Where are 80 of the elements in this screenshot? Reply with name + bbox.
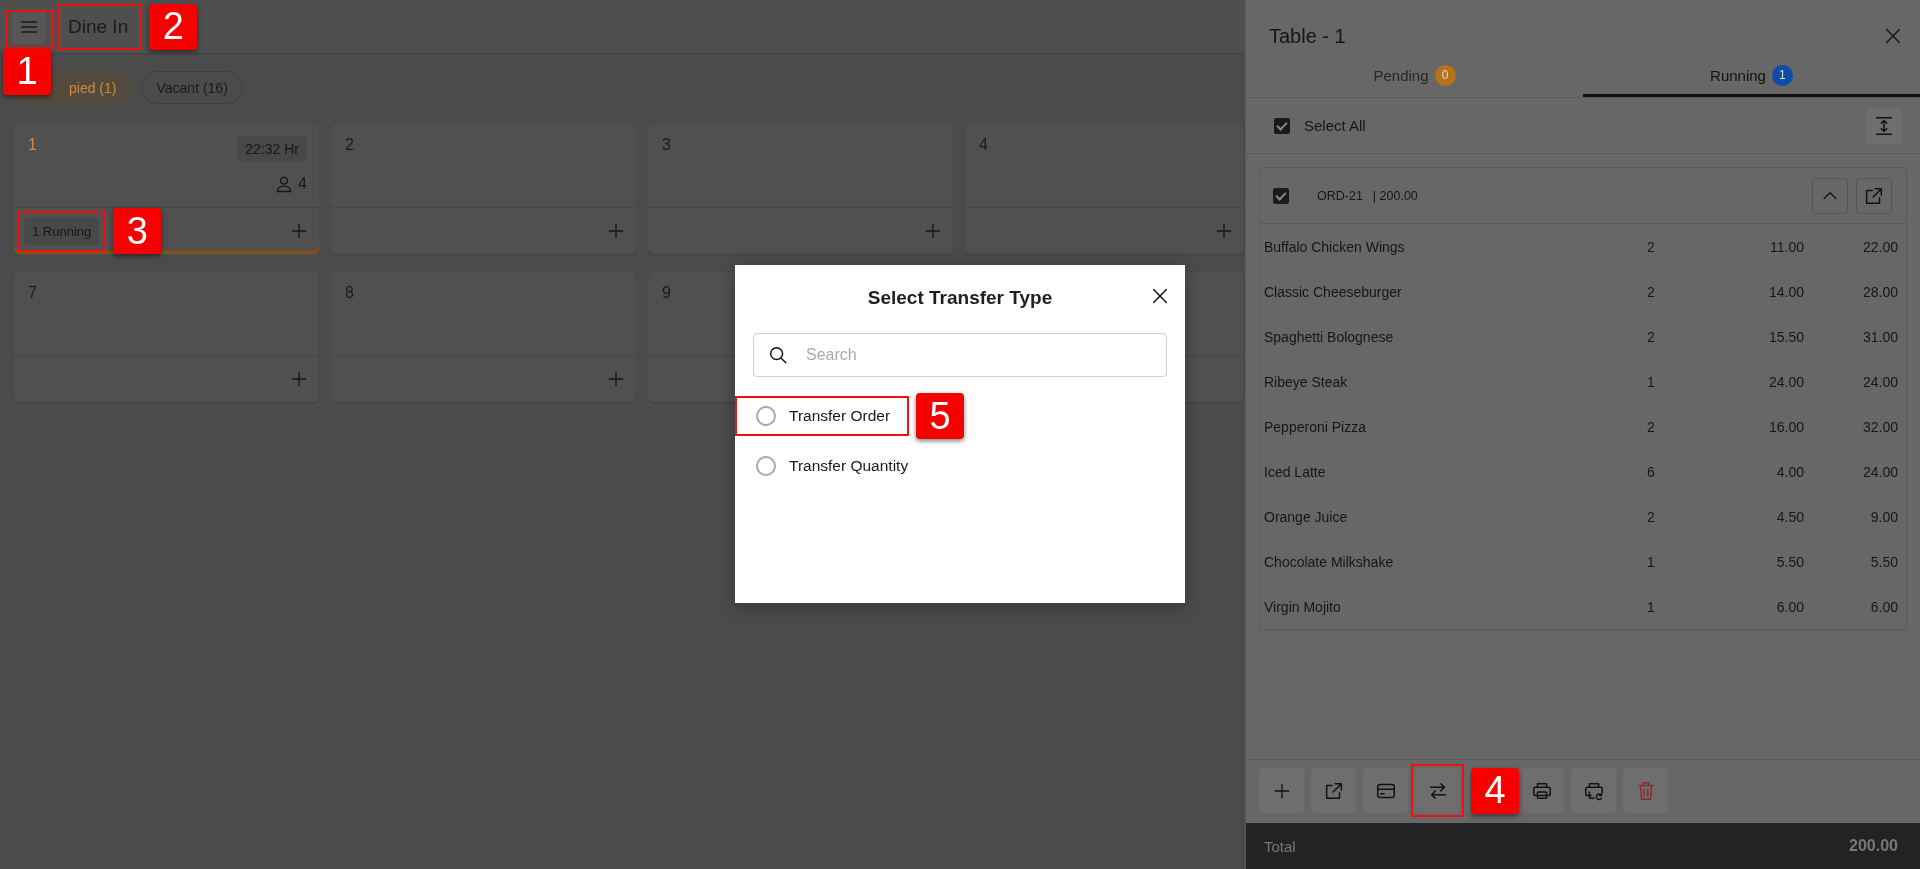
print-button[interactable] <box>1519 768 1564 813</box>
step-badge: 4 <box>1471 767 1519 814</box>
item-total: 6.00 <box>1869 598 1898 615</box>
item-total: 22.00 <box>1861 238 1898 255</box>
plus-icon[interactable] <box>289 221 309 241</box>
tab[interactable]: Pending 0 <box>1246 56 1583 97</box>
item-name: Orange Juice <box>1264 508 1349 525</box>
item-quantity: 6 <box>1646 463 1656 480</box>
plus-icon[interactable] <box>923 221 943 241</box>
item-name: Iced Latte <box>1264 463 1327 480</box>
item-quantity: 1 <box>1646 553 1656 570</box>
dialog-title: Select Transfer Type <box>867 287 1053 309</box>
search-icon <box>767 344 789 366</box>
menu-button[interactable] <box>12 9 46 44</box>
total-value: 200.00 <box>1849 837 1898 855</box>
reprint-button[interactable] <box>1571 768 1616 813</box>
item-total: 32.00 <box>1861 418 1898 435</box>
item-quantity: 2 <box>1646 328 1656 345</box>
item-quantity: 2 <box>1646 508 1656 525</box>
plus-icon[interactable] <box>606 369 626 389</box>
step-badge: 2 <box>149 3 198 50</box>
plus-icon[interactable] <box>289 369 309 389</box>
checkbox-label: Select All <box>1304 117 1366 134</box>
guest-count: 4 <box>298 175 307 193</box>
table-number: 1 <box>28 136 37 155</box>
item-price: 4.50 <box>1775 508 1804 525</box>
item-name: Buffalo Chicken Wings <box>1264 238 1406 255</box>
item-quantity: 2 <box>1646 418 1656 435</box>
item-name: Spaghetti Bolognese <box>1264 328 1395 345</box>
order-id: ORD-21 <box>1317 188 1363 203</box>
count-badge: 1 <box>1771 64 1793 86</box>
item-total: 31.00 <box>1861 328 1898 345</box>
total-label: Total <box>1264 837 1296 855</box>
order-amount: | 200.00 <box>1372 188 1418 203</box>
item-quantity: 2 <box>1646 238 1656 255</box>
highlight-frame <box>5 9 53 49</box>
radio-option[interactable]: Transfer Quantity <box>738 449 925 483</box>
open-button[interactable] <box>1856 177 1892 214</box>
item-name: Ribeye Steak <box>1264 373 1349 390</box>
transfer-button[interactable] <box>1415 768 1460 813</box>
item-name: Classic Cheeseburger <box>1264 283 1403 300</box>
item-name: Chocolate Milkshake <box>1264 553 1395 570</box>
checkbox[interactable] <box>1274 117 1290 134</box>
item-price: 6.00 <box>1775 598 1804 615</box>
open-button[interactable] <box>1311 768 1356 813</box>
item-quantity: 2 <box>1646 283 1656 300</box>
item-price: 5.50 <box>1775 553 1804 570</box>
item-name: Virgin Mojito <box>1264 598 1342 615</box>
checkbox[interactable] <box>1273 187 1289 204</box>
item-price: 24.00 <box>1767 373 1804 390</box>
plus-icon[interactable] <box>606 221 626 241</box>
payment-button[interactable] <box>1363 768 1408 813</box>
add-button[interactable] <box>1259 768 1304 813</box>
step-badge: 1 <box>3 48 51 95</box>
step-badge: 3 <box>113 208 162 254</box>
step-badge: 5 <box>916 393 965 439</box>
item-price: 11.00 <box>1769 238 1804 255</box>
item-total: 28.00 <box>1861 283 1898 300</box>
expand-button[interactable] <box>1866 107 1902 144</box>
item-total: 5.50 <box>1869 553 1898 570</box>
item-total: 24.00 <box>1861 373 1898 390</box>
expand-vertical-icon <box>1873 114 1895 137</box>
highlight-frame <box>1411 764 1464 817</box>
item-price: 4.00 <box>1775 463 1804 480</box>
item-total: 24.00 <box>1861 463 1898 480</box>
item-name: Pepperoni Pizza <box>1264 418 1367 435</box>
search-field[interactable]: Search <box>753 333 1167 377</box>
item-price: 16.00 <box>1767 418 1804 435</box>
item-quantity: 1 <box>1646 373 1656 390</box>
radio-button[interactable] <box>756 456 776 476</box>
radio-option[interactable]: Transfer Order <box>738 399 907 433</box>
item-quantity: 1 <box>1646 598 1656 615</box>
radio-button[interactable] <box>756 406 776 426</box>
count-badge: 0 <box>1434 64 1456 86</box>
item-price: 15.50 <box>1767 328 1804 345</box>
tab[interactable]: Running 1 <box>1583 56 1920 97</box>
plus-icon[interactable] <box>1214 221 1234 241</box>
panel-title: Table - 1 <box>1269 24 1346 48</box>
item-total: 9.00 <box>1869 508 1898 525</box>
item-price: 14.00 <box>1767 283 1804 300</box>
